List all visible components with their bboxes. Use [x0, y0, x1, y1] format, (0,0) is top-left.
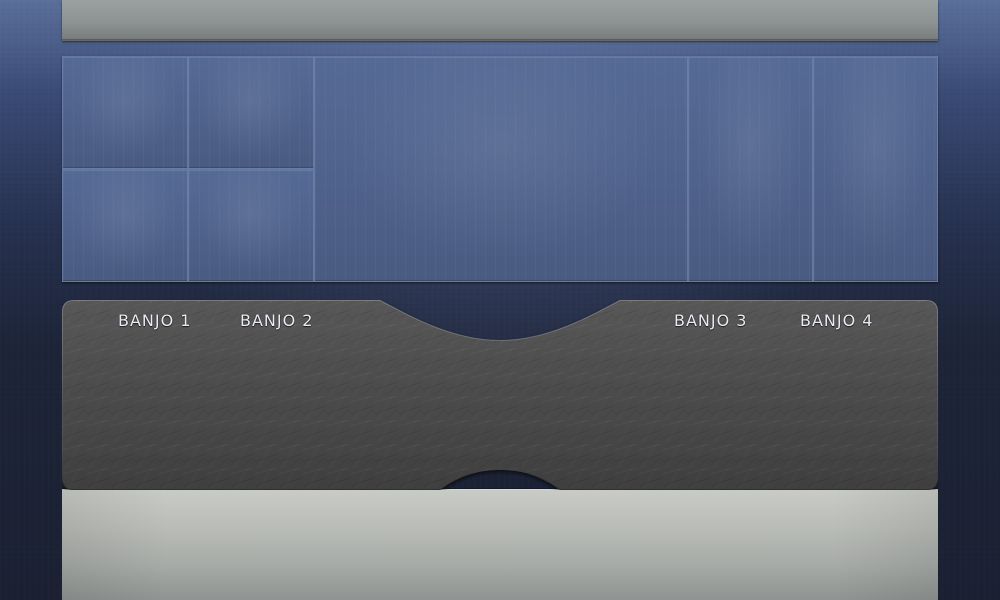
tab-banjo-2[interactable]: BANJO 2	[234, 308, 319, 332]
pad-cell-3[interactable]	[62, 169, 188, 282]
tab-banjo-1[interactable]: BANJO 1	[112, 308, 197, 332]
pad-cell-6[interactable]	[813, 56, 938, 282]
tab-banjo-4[interactable]: BANJO 4	[794, 308, 879, 332]
pad-cell-4[interactable]	[188, 169, 314, 282]
pad-center-cell[interactable]	[314, 56, 688, 282]
app-root: BANJO 1 BANJO 2 BANJO 3 BANJO 4	[0, 0, 1000, 600]
tab-banjo-3[interactable]: BANJO 3	[668, 308, 753, 332]
pad-cell-5[interactable]	[688, 56, 813, 282]
pad-cell-2[interactable]	[188, 56, 314, 169]
banjo-control-panel: BANJO 1 BANJO 2 BANJO 3 BANJO 4	[62, 300, 938, 490]
tab-banjo-2-label: BANJO 2	[240, 310, 314, 330]
pad-grid	[62, 56, 938, 282]
tab-banjo-1-label: BANJO 1	[118, 310, 192, 330]
bottom-panel	[62, 489, 938, 600]
pad-cell-1[interactable]	[62, 56, 188, 169]
tab-banjo-3-label: BANJO 3	[674, 310, 748, 330]
tab-banjo-4-label: BANJO 4	[800, 310, 874, 330]
top-bar	[62, 0, 938, 41]
